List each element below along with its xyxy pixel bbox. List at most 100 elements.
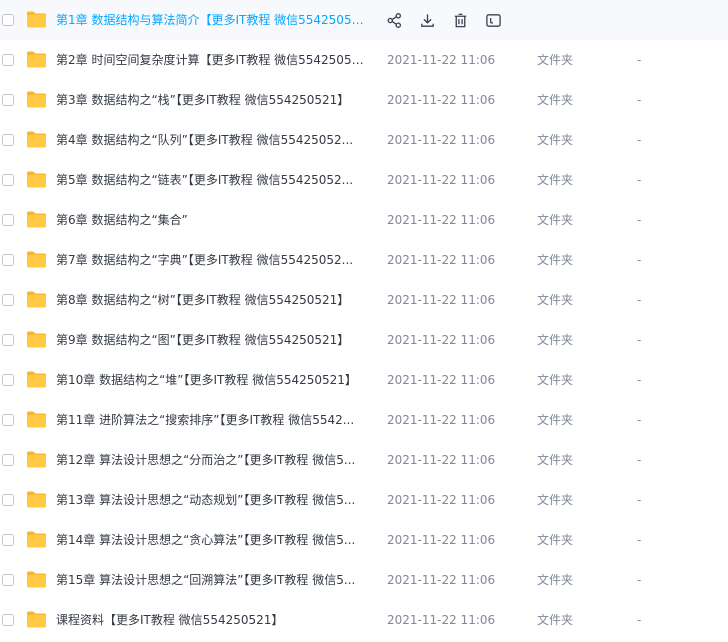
file-name-link[interactable]: 第8章 数据结构之“树”【更多IT教程 微信554250521】 <box>56 280 349 320</box>
file-row[interactable]: 第13章 算法设计思想之“动态规划”【更多IT教程 微信5... 2021-11-… <box>0 480 728 520</box>
row-checkbox[interactable] <box>2 254 14 266</box>
folder-icon <box>26 11 47 28</box>
file-row[interactable]: 第9章 数据结构之“图”【更多IT教程 微信554250521】 2021-11-… <box>0 320 728 360</box>
file-row[interactable]: 第10章 数据结构之“堆”【更多IT教程 微信554250521】 2021-11… <box>0 360 728 400</box>
file-type: 文件夹 <box>537 613 574 627</box>
file-size: - <box>637 133 642 147</box>
file-name-link[interactable]: 第6章 数据结构之“集合” <box>56 200 188 240</box>
row-actions <box>385 11 517 29</box>
row-checkbox[interactable] <box>2 174 14 186</box>
file-row[interactable]: 第8章 数据结构之“树”【更多IT教程 微信554250521】 2021-11-… <box>0 280 728 320</box>
file-name-link[interactable]: 第9章 数据结构之“图”【更多IT教程 微信554250521】 <box>56 320 349 360</box>
file-size: - <box>637 173 642 187</box>
folder-icon <box>26 291 47 308</box>
file-list: 第1章 数据结构与算法简介【更多IT教程 微信55425052... 第2章 时间… <box>0 0 728 642</box>
file-size: - <box>637 453 642 467</box>
file-name-link[interactable]: 第10章 数据结构之“堆”【更多IT教程 微信554250521】 <box>56 360 357 400</box>
file-row[interactable]: 第14章 算法设计思想之“贪心算法”【更多IT教程 微信5... 2021-11-… <box>0 520 728 560</box>
row-checkbox[interactable] <box>2 454 14 466</box>
folder-icon <box>26 411 47 428</box>
file-name-link[interactable]: 第1章 数据结构与算法简介【更多IT教程 微信55425052... <box>56 0 368 40</box>
modified-date: 2021-11-22 11:06 <box>387 293 496 307</box>
row-checkbox[interactable] <box>2 614 14 626</box>
file-size: - <box>637 93 642 107</box>
file-size: - <box>637 293 642 307</box>
file-type: 文件夹 <box>537 253 574 267</box>
file-type: 文件夹 <box>537 333 574 347</box>
file-name-link[interactable]: 第12章 算法设计思想之“分而治之”【更多IT教程 微信5... <box>56 440 355 480</box>
file-type: 文件夹 <box>537 413 574 427</box>
folder-icon <box>26 571 47 588</box>
row-checkbox[interactable] <box>2 214 14 226</box>
file-name-link[interactable]: 课程资料【更多IT教程 微信554250521】 <box>56 600 283 640</box>
file-name-link[interactable]: 第3章 数据结构之“栈”【更多IT教程 微信554250521】 <box>56 80 349 120</box>
file-name-link[interactable]: 第13章 算法设计思想之“动态规划”【更多IT教程 微信5... <box>56 480 355 520</box>
download-icon <box>419 12 436 29</box>
file-size: - <box>637 493 642 507</box>
file-row[interactable]: 第7章 数据结构之“字典”【更多IT教程 微信55425052... 2021-1… <box>0 240 728 280</box>
folder-icon <box>26 531 47 548</box>
modified-date: 2021-11-22 11:06 <box>387 133 496 147</box>
row-checkbox[interactable] <box>2 94 14 106</box>
file-row[interactable]: 第15章 算法设计思想之“回溯算法”【更多IT教程 微信5... 2021-11-… <box>0 560 728 600</box>
row-checkbox[interactable] <box>2 534 14 546</box>
file-row[interactable]: 第5章 数据结构之“链表”【更多IT教程 微信55425052... 2021-1… <box>0 160 728 200</box>
file-name-link[interactable]: 第7章 数据结构之“字典”【更多IT教程 微信55425052... <box>56 240 353 280</box>
file-row[interactable]: 第6章 数据结构之“集合” 2021-11-22 11:06 文件夹 - <box>0 200 728 240</box>
file-size: - <box>637 413 642 427</box>
row-checkbox[interactable] <box>2 414 14 426</box>
share-icon <box>386 12 403 29</box>
file-type: 文件夹 <box>537 533 574 547</box>
rename-icon <box>485 12 502 29</box>
file-row[interactable]: 第12章 算法设计思想之“分而治之”【更多IT教程 微信5... 2021-11-… <box>0 440 728 480</box>
delete-icon <box>452 12 469 29</box>
row-checkbox[interactable] <box>2 134 14 146</box>
download-button[interactable] <box>418 11 436 29</box>
file-type: 文件夹 <box>537 493 574 507</box>
file-size: - <box>637 253 642 267</box>
file-size: - <box>637 213 642 227</box>
row-checkbox[interactable] <box>2 494 14 506</box>
modified-date: 2021-11-22 11:06 <box>387 613 496 627</box>
modified-date: 2021-11-22 11:06 <box>387 253 496 267</box>
file-name-link[interactable]: 第14章 算法设计思想之“贪心算法”【更多IT教程 微信5... <box>56 520 355 560</box>
file-name-link[interactable]: 第5章 数据结构之“链表”【更多IT教程 微信55425052... <box>56 160 353 200</box>
file-row[interactable]: 第11章 进阶算法之“搜索排序”【更多IT教程 微信5542... 2021-11… <box>0 400 728 440</box>
folder-icon <box>26 491 47 508</box>
file-row[interactable]: 第2章 时间空间复杂度计算【更多IT教程 微信55425052... 2021-1… <box>0 40 728 80</box>
file-type: 文件夹 <box>537 53 574 67</box>
row-checkbox[interactable] <box>2 574 14 586</box>
file-type: 文件夹 <box>537 293 574 307</box>
file-row[interactable]: 第4章 数据结构之“队列”【更多IT教程 微信55425052... 2021-1… <box>0 120 728 160</box>
file-type: 文件夹 <box>537 373 574 387</box>
modified-date: 2021-11-22 11:06 <box>387 333 496 347</box>
row-checkbox[interactable] <box>2 334 14 346</box>
file-size: - <box>637 53 642 67</box>
row-checkbox[interactable] <box>2 294 14 306</box>
modified-date: 2021-11-22 11:06 <box>387 93 496 107</box>
file-type: 文件夹 <box>537 173 574 187</box>
file-name-link[interactable]: 第15章 算法设计思想之“回溯算法”【更多IT教程 微信5... <box>56 560 355 600</box>
folder-icon <box>26 451 47 468</box>
modified-date: 2021-11-22 11:06 <box>387 413 496 427</box>
file-name-link[interactable]: 第4章 数据结构之“队列”【更多IT教程 微信55425052... <box>56 120 353 160</box>
file-row[interactable]: 第1章 数据结构与算法简介【更多IT教程 微信55425052... <box>0 0 728 40</box>
folder-icon <box>26 611 47 628</box>
file-row[interactable]: 第3章 数据结构之“栈”【更多IT教程 微信554250521】 2021-11-… <box>0 80 728 120</box>
row-checkbox[interactable] <box>2 54 14 66</box>
file-name-link[interactable]: 第2章 时间空间复杂度计算【更多IT教程 微信55425052... <box>56 40 368 80</box>
file-size: - <box>637 373 642 387</box>
folder-icon <box>26 211 47 228</box>
folder-icon <box>26 371 47 388</box>
modified-date: 2021-11-22 11:06 <box>387 493 496 507</box>
modified-date: 2021-11-22 11:06 <box>387 53 496 67</box>
file-row[interactable]: 课程资料【更多IT教程 微信554250521】 2021-11-22 11:06… <box>0 600 728 640</box>
folder-icon <box>26 91 47 108</box>
rename-button[interactable] <box>484 11 502 29</box>
file-name-link[interactable]: 第11章 进阶算法之“搜索排序”【更多IT教程 微信5542... <box>56 400 354 440</box>
row-checkbox[interactable] <box>2 14 14 26</box>
share-button[interactable] <box>385 11 403 29</box>
row-checkbox[interactable] <box>2 374 14 386</box>
folder-icon <box>26 51 47 68</box>
delete-button[interactable] <box>451 11 469 29</box>
